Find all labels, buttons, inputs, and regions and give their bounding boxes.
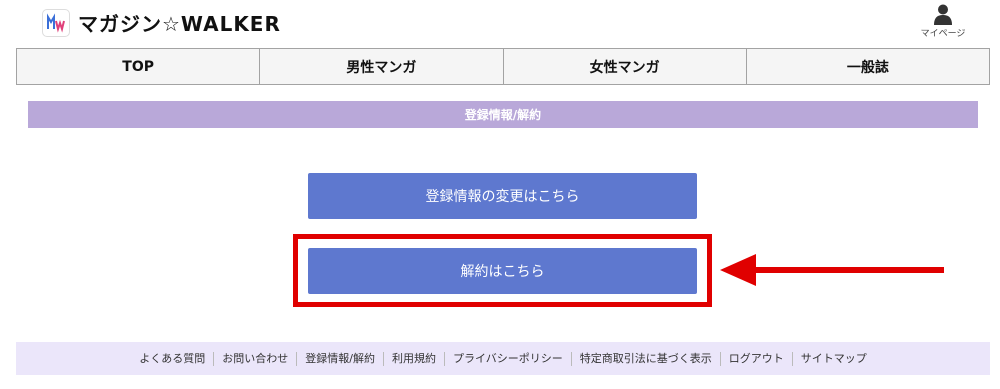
- section-title-bar: 登録情報/解約: [28, 101, 978, 128]
- nav-item-womens-manga[interactable]: 女性マンガ: [504, 49, 747, 84]
- nav-item-top[interactable]: TOP: [17, 49, 261, 84]
- user-icon: [934, 4, 952, 25]
- footer-link-logout[interactable]: ログアウト: [721, 351, 793, 366]
- change-registration-button[interactable]: 登録情報の変更はこちら: [308, 173, 697, 219]
- highlight-box: [293, 234, 712, 307]
- header: マガジン☆WALKER マイページ: [0, 0, 1000, 46]
- mypage-label: マイページ: [920, 29, 966, 39]
- mypage-link[interactable]: マイページ: [912, 3, 974, 39]
- footer-link-sitemap[interactable]: サイトマップ: [793, 352, 875, 366]
- footer: よくある質問 お問い合わせ 登録情報/解約 利用規約 プライバシーポリシー 特定…: [16, 342, 990, 375]
- footer-link-contact[interactable]: お問い合わせ: [214, 351, 298, 366]
- footer-link-registration[interactable]: 登録情報/解約: [297, 351, 384, 366]
- footer-link-commerce-law[interactable]: 特定商取引法に基づく表示: [572, 351, 721, 366]
- site-name: マガジン☆WALKER: [78, 12, 281, 36]
- main-nav: TOP 男性マンガ 女性マンガ 一般誌: [16, 48, 990, 85]
- logo-mark-icon: [42, 8, 70, 37]
- footer-link-terms[interactable]: 利用規約: [384, 351, 445, 366]
- footer-link-privacy[interactable]: プライバシーポリシー: [445, 351, 572, 366]
- section-title: 登録情報/解約: [464, 108, 542, 122]
- footer-link-faq[interactable]: よくある質問: [131, 351, 215, 366]
- nav-item-general-magazine[interactable]: 一般誌: [747, 49, 989, 84]
- nav-item-mens-manga[interactable]: 男性マンガ: [260, 49, 504, 84]
- site-logo[interactable]: マガジン☆WALKER: [42, 8, 281, 37]
- left-arrow-icon: [720, 254, 944, 286]
